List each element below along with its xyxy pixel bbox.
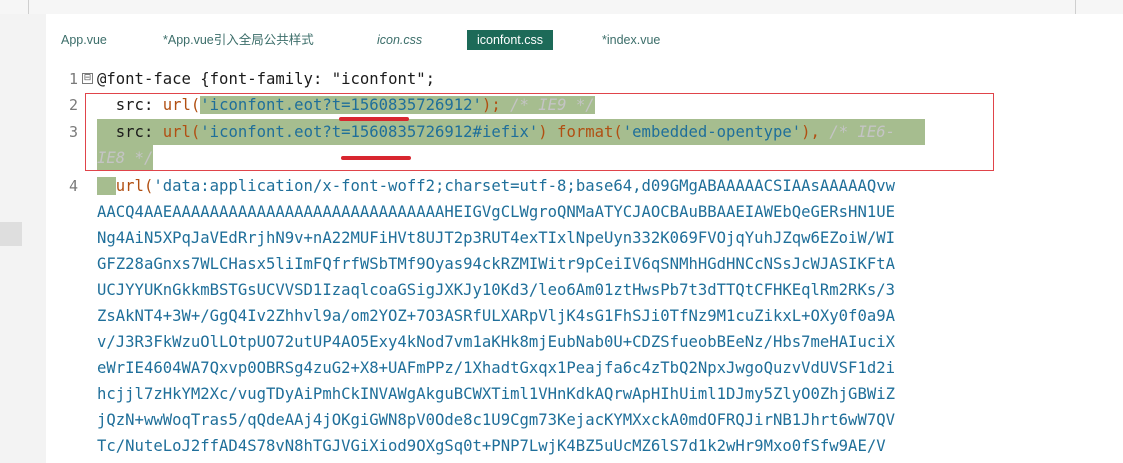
base64-line: Ng4AiN5XPqJaVEdRrjhN9v+nA22MUFiHVt8UJT2p…: [97, 229, 895, 247]
tab-icon-css[interactable]: icon.css: [377, 30, 422, 50]
property: src:: [115, 123, 163, 141]
base64-line: v/J3R3FkWzuOlLOtpUO72utUP4AO5Exy4kNod7vm…: [97, 333, 895, 351]
string: 'iconfont.eot?t=1560835726912': [200, 96, 482, 114]
string: 'data:application/x-font-woff2;charset=u…: [153, 177, 896, 195]
tab-app-vue-modified[interactable]: *App.vue引入全局公共样式: [163, 30, 314, 50]
property: src:: [115, 96, 163, 114]
base64-line: Tc/NuteLoJ2ffAD4S78vN8hTGJVGiXiod9OXgSq0…: [97, 437, 886, 455]
function: format(: [547, 123, 623, 141]
tab-app-vue[interactable]: App.vue: [61, 30, 107, 50]
side-panel-marker: [0, 222, 22, 246]
base64-line: hcjjl7zHkYM2Xc/vugTDyAiPmhCkINVAWgAkguBC…: [97, 385, 895, 403]
left-side-panel: [0, 14, 47, 463]
line-number: 1: [68, 70, 78, 88]
base64-line: ZsAkNT4+3W+/GgQ4Iv2Zhhvl9a/om2YOZ+7O3ASR…: [97, 307, 895, 325]
base64-line: UCJYYUKnGkkmBSTGsUCVVSD1IzaqlcoaGSigJXKJ…: [97, 281, 895, 299]
property: font-family:: [209, 70, 332, 88]
function: url(: [162, 123, 201, 141]
code-line-2: src: url('iconfont.eot?t=1560835726912')…: [115, 96, 595, 114]
top-strip-divider: [28, 0, 29, 14]
comment: /* IE9 */: [500, 96, 595, 114]
code-line-4: url('data:application/x-font-woff2;chars…: [97, 173, 895, 199]
base64-line: jQzN+wwWoqTras5/qQdeAAj4jOKgiGWN8pV0Ode8…: [97, 411, 895, 429]
function: url(: [162, 96, 201, 114]
base64-line: AACQ4AAEAAAAAAAAAAAAAAAAAAAAAAAAAAAAAHEI…: [97, 203, 895, 221]
fold-collapse-icon[interactable]: ⊟: [82, 73, 93, 84]
code-line-3-wrap: IE8 */: [97, 145, 154, 172]
line-number-gutter: 1 ⊟ 2 3 4: [46, 58, 96, 463]
comment: /* IE6-: [819, 123, 896, 141]
tab-index-vue[interactable]: *index.vue: [602, 30, 660, 50]
string: 'iconfont.eot?t=1560835726912#iefix': [200, 123, 539, 141]
at-rule: @font-face {: [97, 70, 210, 88]
tab-iconfont-css[interactable]: iconfont.css: [467, 30, 554, 50]
line-number: 3: [68, 123, 78, 141]
code-editor[interactable]: @font-face {font-family: "iconfont"; src…: [97, 58, 1123, 463]
code-line-3: src: url('iconfont.eot?t=1560835726912#i…: [97, 119, 926, 146]
top-strip-divider: [1075, 0, 1076, 14]
string: 'embedded-opentype': [622, 123, 802, 141]
function: url(: [115, 177, 154, 195]
base64-line: GFZ28aGnxs7WLCHasx5liImFQfrfWSbTMf9Oyas9…: [97, 255, 895, 273]
code-line-1: @font-face {font-family: "iconfont";: [97, 66, 435, 92]
comment: IE8 */: [97, 149, 154, 167]
line-number: 2: [68, 96, 78, 114]
window-top-strip: [0, 0, 1123, 15]
value: "iconfont";: [331, 70, 436, 88]
editor-tab-bar: App.vue *App.vue引入全局公共样式 icon.css iconfo…: [46, 14, 1123, 58]
base64-line: eWrIE4604WA7Qxvp0OBRSg4zuG2+X8+UAFmPPz/1…: [97, 359, 895, 377]
line-number: 4: [68, 177, 78, 195]
